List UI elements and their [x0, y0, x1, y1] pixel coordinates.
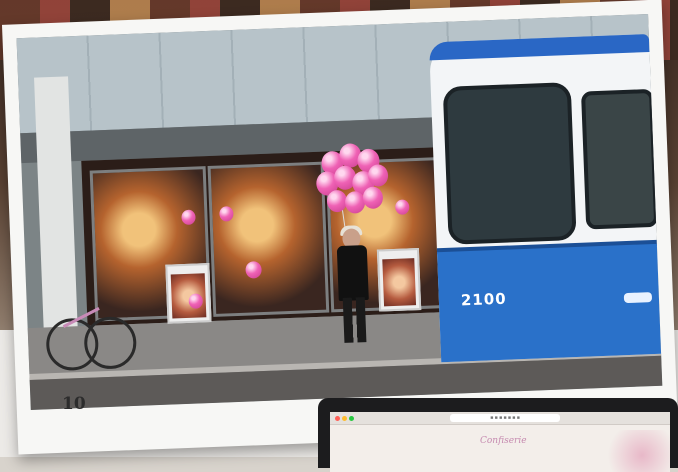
tram-side-window	[580, 88, 659, 230]
tram-headlight	[623, 292, 653, 304]
website-logo: Confiserie	[480, 436, 527, 446]
tram: 2100	[428, 34, 662, 363]
browser-toolbar: ■ ■ ■ ■ ■ ■ ■	[330, 412, 670, 425]
shop-window	[207, 161, 330, 317]
shop-sign	[376, 247, 422, 312]
laptop-screen: ■ ■ ■ ■ ■ ■ ■ Confiserie	[330, 412, 670, 472]
window-zoom-icon[interactable]	[349, 416, 354, 421]
person-body	[336, 244, 369, 302]
printed-photo-card: 2100	[1, 0, 678, 455]
person-legs	[342, 297, 367, 343]
laptop: ■ ■ ■ ■ ■ ■ ■ Confiserie	[318, 398, 678, 472]
street-photo: 2100	[16, 14, 663, 411]
browser-url-bar[interactable]: ■ ■ ■ ■ ■ ■ ■	[450, 414, 560, 422]
tram-number: 2100	[460, 289, 507, 310]
tram-windshield	[442, 82, 577, 245]
shop-sign-image	[382, 258, 417, 307]
shop-sign	[165, 263, 212, 324]
window-close-icon[interactable]	[335, 416, 340, 421]
window-minimize-icon[interactable]	[342, 416, 347, 421]
website-hero-image	[600, 430, 670, 472]
page-number: 10	[62, 394, 86, 414]
